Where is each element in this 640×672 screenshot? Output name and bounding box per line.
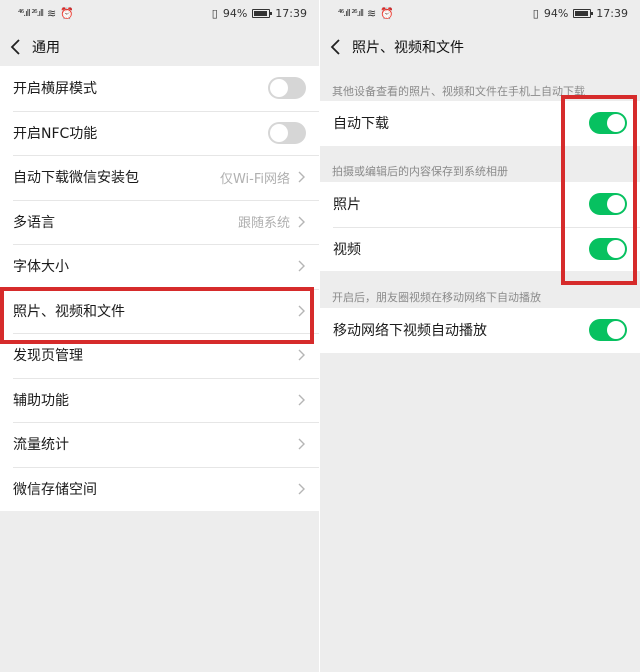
clock: 17:39 [275,7,307,20]
chevron-right-icon [298,171,306,183]
status-right: ▯ 94% 17:39 [533,7,628,20]
toggle-row-label: 移动网络下视频自动播放 [333,323,487,340]
page-title: 照片、视频和文件 [352,40,464,56]
settings-row-label: 开启横屏模式 [13,81,97,98]
toggle-row-label: 自动下载 [333,116,389,133]
settings-row-5[interactable]: 照片、视频和文件 [0,288,319,334]
nav-bar: 照片、视频和文件 [320,28,640,66]
toggle-knob [607,195,625,214]
settings-row-7[interactable]: 辅助功能 [0,377,319,423]
status-bar: ⁴⁶.ıll ²⁶.ıll ≋ ⏰ ▯ 94% 17:39 [320,0,640,28]
settings-group-0: 自动下载 [320,101,640,146]
section-header-2: 开启后，朋友圈视频在移动网络下自动播放 [332,291,541,304]
toggle-knob [607,114,625,133]
settings-group-2: 移动网络下视频自动播放 [320,308,640,353]
vibrate-icon: ▯ [532,7,539,20]
battery-icon [252,9,273,18]
page-title: 通用 [32,40,60,56]
settings-row-label: 开启NFC功能 [13,125,98,142]
nav-bar: 通用 [0,28,319,66]
battery-icon [573,9,594,18]
settings-row-label: 流量统计 [13,437,69,454]
signal-icon: ⁴⁶.ıll ²⁶.ıll [18,8,44,19]
settings-row-0[interactable]: 开启横屏模式 [0,66,319,111]
chevron-left-icon [330,39,340,55]
toggle-knob [607,239,625,258]
signal-icon: ⁴⁶.ıll ²⁶.ıll [338,8,364,19]
settings-row-label: 辅助功能 [13,392,69,409]
left-screen: ⁴⁶.ıll ²⁶.ıll ≋ ⏰ ▯ 94% 17:39 通用 开启横屏模式开… [0,0,319,672]
settings-row-4[interactable]: 字体大小 [0,244,319,289]
settings-row-label: 微信存储空间 [13,481,97,498]
chevron-right-icon [298,349,306,361]
battery-percent: 94% [222,7,248,20]
settings-row-label: 字体大小 [13,259,69,276]
settings-row-2[interactable]: 自动下载微信安装包 仅Wi-Fi网络 [0,155,319,200]
settings-list: 开启横屏模式 开启NFC功能自动下载微信安装包 仅Wi-Fi网络多语言 跟随系统字体大… [0,66,319,511]
settings-row-label: 自动下载微信安装包 [13,170,139,187]
battery-percent: 94% [543,7,569,20]
toggle-switch[interactable] [268,121,306,144]
status-right: ▯ 94% 17:39 [212,7,307,20]
toggle-row-1-0: 照片 [320,182,640,227]
settings-row-1[interactable]: 开启NFC功能 [0,110,319,156]
settings-row-3[interactable]: 多语言 跟随系统 [0,199,319,245]
toggle-switch[interactable] [589,112,627,135]
chevron-left-icon [10,39,20,55]
toggle-row-1-1: 视频 [320,226,640,272]
wifi-icon: ≋ [47,7,57,20]
toggle-knob [270,79,288,98]
status-bar: ⁴⁶.ıll ²⁶.ıll ≋ ⏰ ▯ 94% 17:39 [0,0,319,28]
section-header-1: 拍摄或编辑后的内容保存到系统相册 [332,165,508,178]
alarm-icon: ⏰ [380,7,394,20]
settings-row-8[interactable]: 流量统计 [0,422,319,467]
settings-row-label: 发现页管理 [13,348,83,365]
signal-indicators: ⁴⁶.ıll ²⁶.ıll ≋ ⏰ [338,7,394,20]
toggle-row-2-0: 移动网络下视频自动播放 [320,308,640,353]
toggle-switch[interactable] [589,193,627,216]
toggle-knob [270,123,288,142]
toggle-row-label: 照片 [333,197,361,214]
chevron-right-icon [298,260,306,272]
chevron-right-icon [298,438,306,450]
settings-row-value: 仅Wi-Fi网络 [219,171,290,187]
toggle-switch[interactable] [268,77,306,100]
toggle-knob [607,321,625,340]
alarm-icon: ⏰ [60,7,74,20]
toggle-switch[interactable] [589,237,627,260]
section-header-0: 其他设备查看的照片、视频和文件在手机上自动下载 [332,85,585,98]
vibrate-icon: ▯ [211,7,218,20]
back-button[interactable] [8,28,24,66]
toggle-row-label: 视频 [333,241,361,258]
back-button[interactable] [328,28,344,66]
chevron-right-icon [298,483,306,495]
clock: 17:39 [596,7,628,20]
settings-row-label: 多语言 [13,214,55,231]
wifi-icon: ≋ [367,7,377,20]
toggle-row-0-0: 自动下载 [320,101,640,146]
settings-row-value: 跟随系统 [237,216,290,232]
settings-row-9[interactable]: 微信存储空间 [0,466,319,512]
chevron-right-icon [298,394,306,406]
toggle-switch[interactable] [589,319,627,342]
settings-row-6[interactable]: 发现页管理 [0,333,319,378]
signal-indicators: ⁴⁶.ıll ²⁶.ıll ≋ ⏰ [18,7,74,20]
settings-group-1: 照片 视频 [320,182,640,271]
chevron-right-icon [298,305,306,317]
chevron-right-icon [298,216,306,228]
settings-row-label: 照片、视频和文件 [13,303,125,320]
right-screen: ⁴⁶.ıll ²⁶.ıll ≋ ⏰ ▯ 94% 17:39 照片、视频和文件 其… [320,0,640,672]
